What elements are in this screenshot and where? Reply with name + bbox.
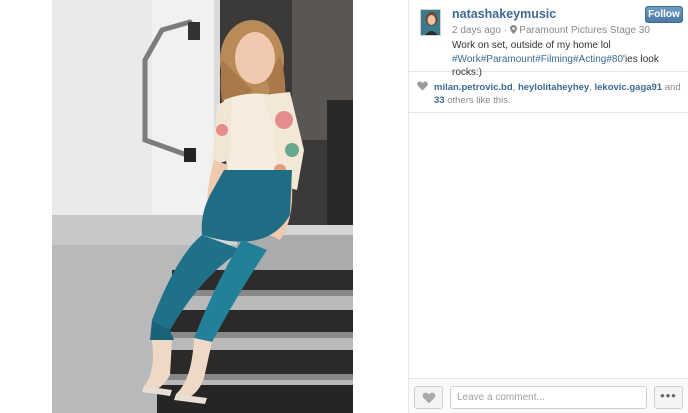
hashtag-link[interactable]: #Acting — [573, 54, 606, 65]
post-details-panel: natashakeymusic Follow 2 days ago · Paramo… — [409, 0, 688, 413]
location-link[interactable]: Paramount Pictures Stage 30 — [519, 25, 650, 36]
hashtag-link[interactable]: #Filming — [535, 54, 573, 65]
likes-and: and — [664, 82, 681, 93]
location-pin-icon — [510, 25, 518, 34]
more-options-button[interactable]: ••• — [654, 386, 683, 409]
more-options-icon: ••• — [660, 388, 677, 403]
heart-icon — [417, 81, 428, 91]
like-button[interactable] — [414, 386, 443, 409]
others-suffix: others like this. — [447, 95, 511, 106]
post-photo-illustration — [52, 0, 353, 413]
post-photo — [52, 0, 353, 413]
post-meta: 2 days ago · Paramount Pictures Stage 30 — [452, 25, 650, 36]
post-header: natashakeymusic Follow 2 days ago · Paramo… — [409, 0, 688, 78]
username-link[interactable]: natashakeymusic — [452, 7, 556, 21]
likes-section: milan.petrovic.bd, heylolitaheyhey, leko… — [409, 73, 688, 113]
follow-button[interactable]: Follow — [645, 6, 683, 23]
liker-link[interactable]: lekovic.gaga91 — [595, 82, 663, 93]
hashtag-link[interactable]: #Paramount — [481, 54, 535, 65]
avatar-image — [421, 10, 440, 35]
comment-footer: ••• — [409, 378, 688, 413]
avatar[interactable] — [420, 9, 441, 36]
hashtag-link[interactable]: #Work — [452, 54, 481, 65]
meta-separator: · — [503, 25, 508, 36]
others-count[interactable]: 33 — [434, 95, 445, 106]
liker-link[interactable]: milan.petrovic.bd — [434, 82, 513, 93]
caption-text: Work on set, outside of my home lol — [452, 40, 611, 51]
time-ago[interactable]: 2 days ago — [452, 25, 501, 36]
heart-icon — [422, 392, 436, 404]
comment-input[interactable] — [450, 386, 647, 409]
photo-area — [0, 0, 408, 413]
hashtag-link[interactable]: #80 — [606, 54, 623, 65]
liker-link[interactable]: heylolitaheyhey — [518, 82, 589, 93]
likes-text: milan.petrovic.bd, heylolitaheyhey, leko… — [434, 82, 681, 106]
